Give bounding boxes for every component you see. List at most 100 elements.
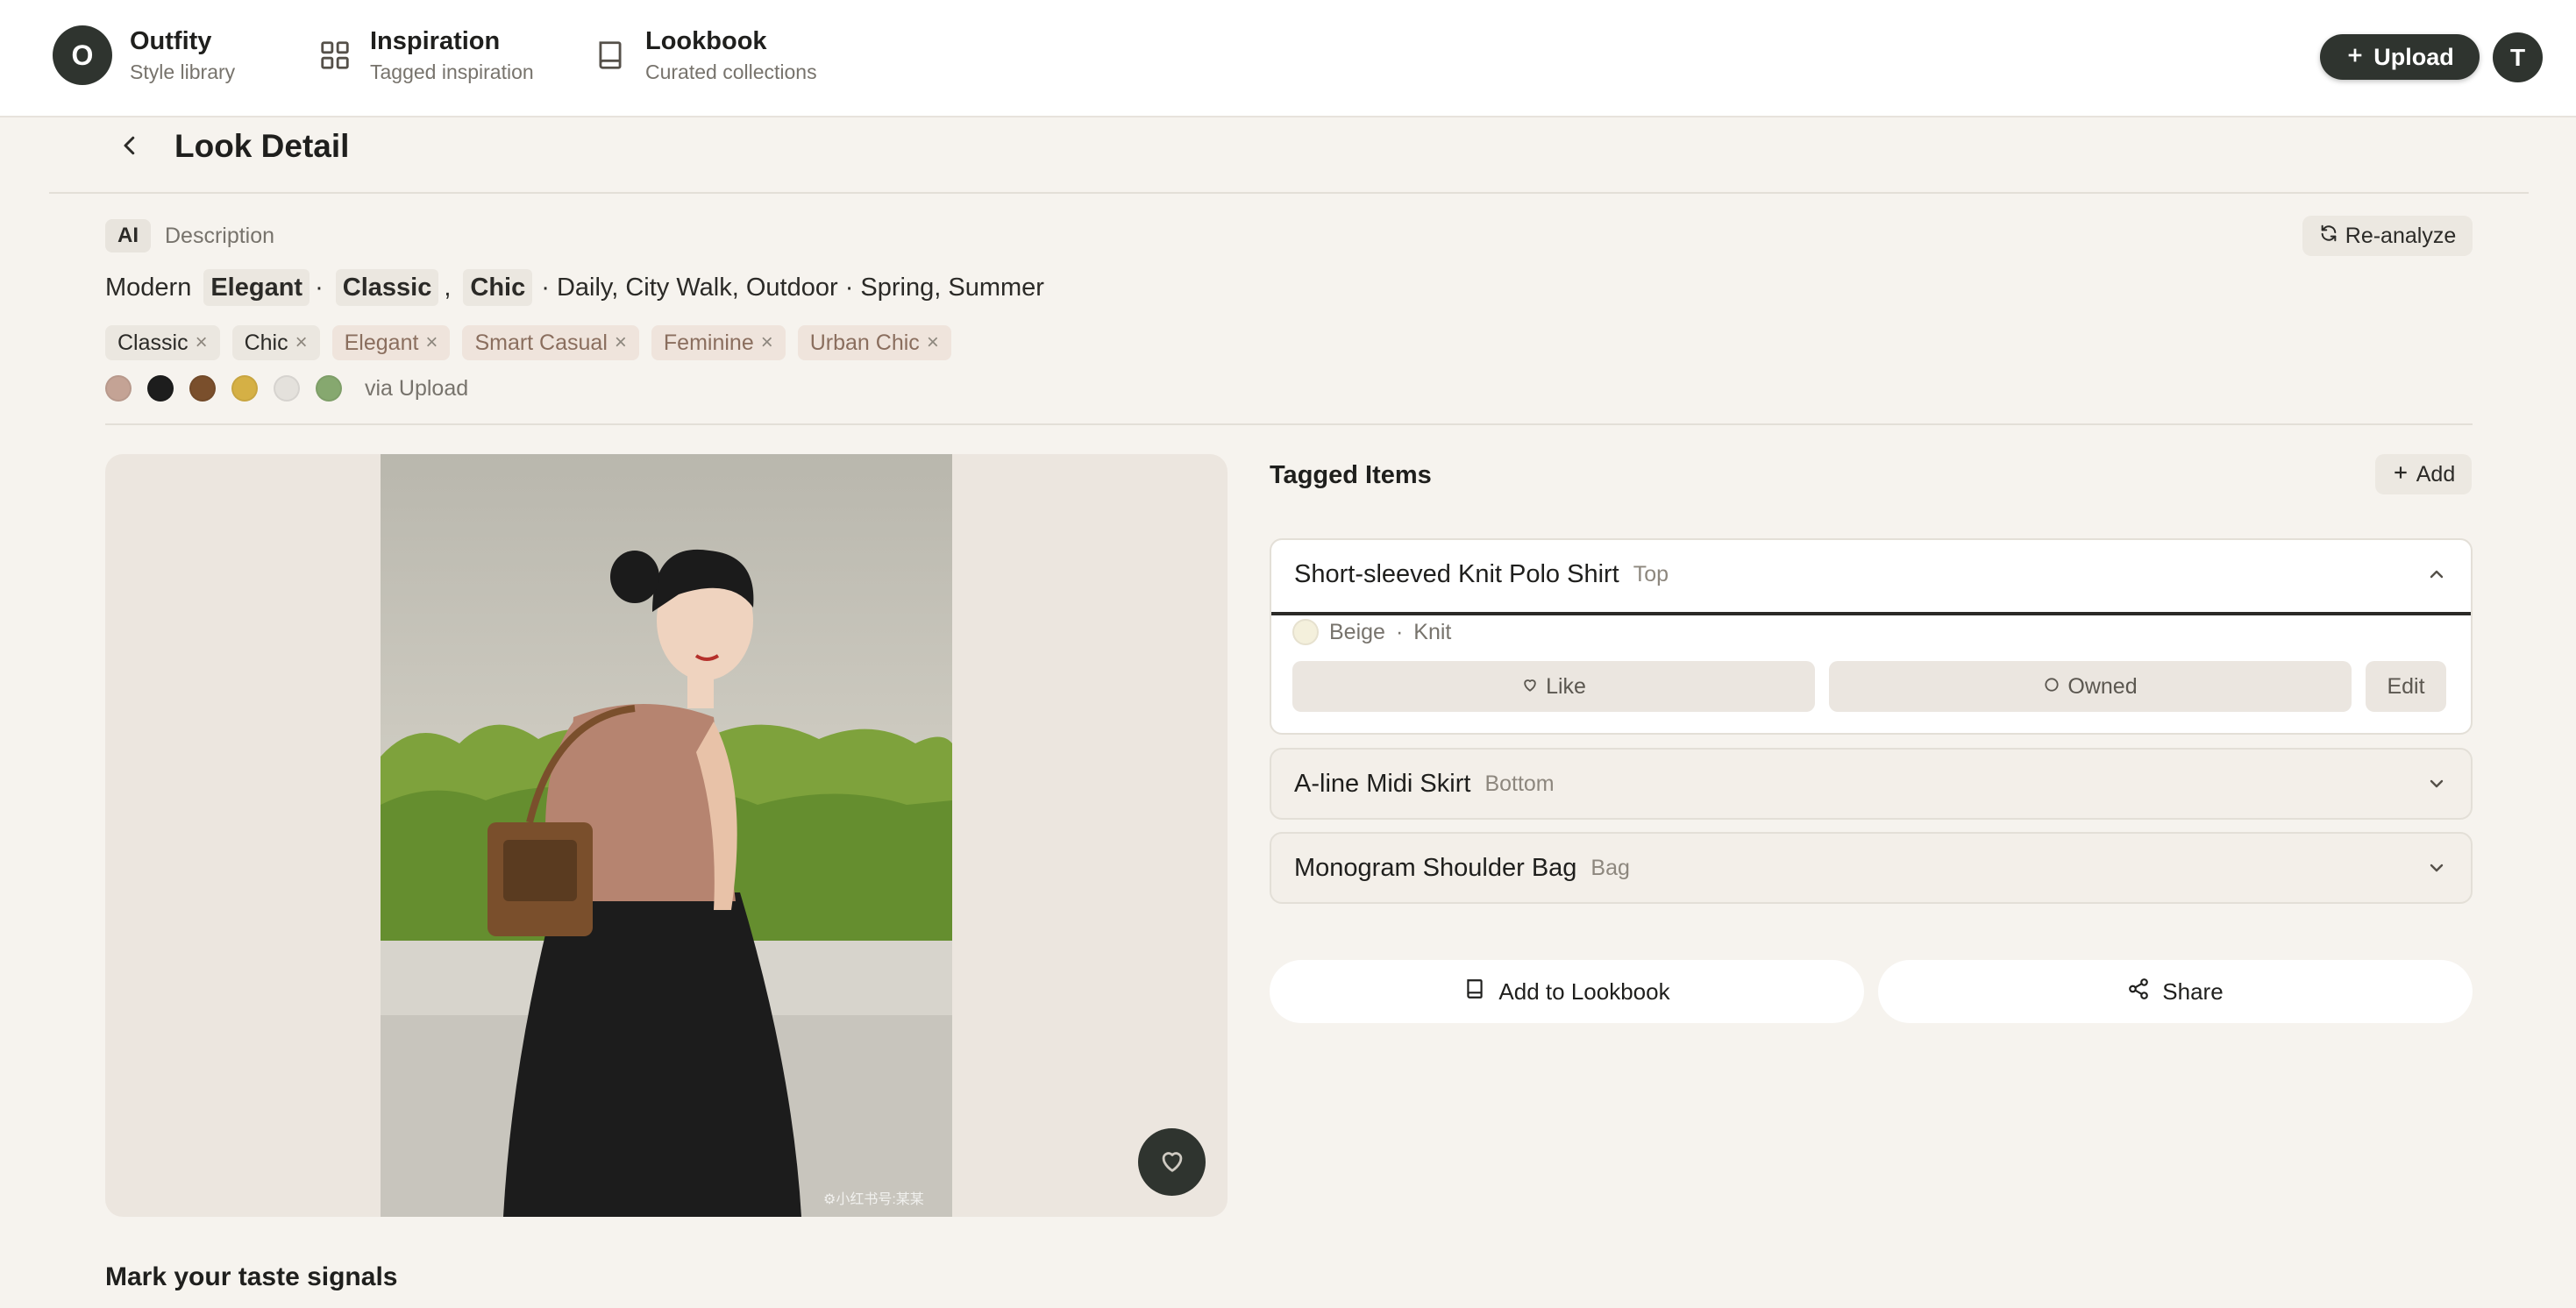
chevron-down-icon[interactable] [2423,771,2450,797]
remove-tag-icon[interactable]: × [196,331,208,355]
description-label: Description [165,224,275,248]
upload-label: Upload [2373,43,2454,70]
user-avatar[interactable]: T [2493,32,2543,82]
style-tags: Classic × Chic × Elegant × Smart Casual × Fe… [105,325,951,360]
share-button[interactable]: Share [1878,960,2473,1023]
tag-label: Smart Casual [474,330,608,355]
brand[interactable]: O Outfity Style library [53,25,235,85]
item-attributes: Beige · Knit [1292,619,1451,645]
tagged-item-header: Monogram Shoulder Bag Bag [1294,834,1630,902]
item-category: Top [1633,561,1669,586]
divider [105,423,2473,425]
style-tag[interactable]: Elegant × [331,325,451,360]
nav-subtitle-inspiration: Tagged inspiration [370,60,534,83]
top-navigation: O Outfity Style library Inspiration Tagg… [0,0,2576,117]
ai-badge: AI [105,219,151,252]
share-label: Share [2162,977,2224,1005]
page-title: Look Detail [174,128,350,164]
tagged-item-card[interactable]: Monogram Shoulder Bag Bag [1270,832,2473,904]
like-button[interactable]: Like [1292,661,1815,712]
description-highlight-chic: Chic [463,269,533,306]
brand-logo: O [53,25,112,85]
nav-item-inspiration[interactable]: Inspiration Tagged inspiration [317,25,534,85]
refresh-icon [2319,224,2338,249]
remove-tag-icon[interactable]: × [425,331,438,355]
tagged-item-header[interactable]: Short-sleeved Knit Polo Shirt Top [1294,540,1669,608]
tag-label: Classic [117,330,189,355]
heart-icon [1521,674,1539,700]
taste-signals-title: Mark your taste signals [105,1262,398,1291]
style-tag[interactable]: Classic × [105,325,220,360]
edit-button[interactable]: Edit [2366,661,2446,712]
item-category: Bag [1590,855,1630,880]
tagged-item-card: Short-sleeved Knit Polo Shirt Top Beige … [1270,538,2473,735]
item-name: Short-sleeved Knit Polo Shirt [1294,559,1619,588]
item-category: Bottom [1484,771,1555,796]
style-tag[interactable]: Feminine × [651,325,786,360]
color-swatch [231,375,258,402]
remove-tag-icon[interactable]: × [295,331,308,355]
look-photo[interactable]: ⚙小红书号:某某 [381,454,952,1217]
chevron-down-icon[interactable] [2423,855,2450,881]
style-tag[interactable]: Chic × [231,325,320,360]
style-tag[interactable]: Smart Casual × [462,325,639,360]
watermark-text: ⚙小红书号:某某 [823,1192,924,1207]
tag-label: Feminine [663,330,754,355]
color-swatch [274,375,300,402]
color-swatch [316,375,342,402]
nav-title-inspiration: Inspiration [370,27,501,55]
edit-label: Edit [2387,673,2425,699]
chevron-up-icon[interactable] [2423,561,2450,587]
description-highlight-classic: Classic [335,269,439,306]
tagged-item-card[interactable]: A-line Midi Skirt Bottom [1270,748,2473,820]
heart-icon [1157,1146,1187,1178]
description-highlight-elegant: Elegant [203,269,310,306]
description-separator: · [315,274,324,302]
tag-label: Elegant [344,330,419,355]
book-icon [593,38,628,73]
source-label: via Upload [365,375,469,401]
reanalyze-button[interactable]: Re-analyze [2302,216,2473,256]
nav-subtitle-lookbook: Curated collections [645,60,817,83]
favorite-button[interactable] [1138,1128,1206,1196]
circle-icon [2043,674,2060,700]
attribute-separator: · [1395,619,1404,644]
divider [1271,612,2471,615]
plus-icon [2392,462,2409,487]
brand-subtitle: Style library [130,60,236,83]
color-palette: via Upload [105,375,468,402]
item-name: Monogram Shoulder Bag [1294,853,1577,882]
color-swatch [105,375,132,402]
item-actions: Like Owned Edit [1292,661,2446,712]
reanalyze-label: Re-analyze [2345,223,2457,248]
color-swatch [189,375,216,402]
share-icon [2127,977,2150,1006]
ai-description-text: Modern Elegant · Classic , Chic · Daily,… [105,269,1044,306]
description-separator: , [444,274,452,302]
description-suffix: · Daily, City Walk, Outdoor · Spring, Su… [541,274,1044,302]
grid-icon [317,38,352,73]
back-button[interactable] [112,130,147,165]
owned-label: Owned [2067,673,2138,699]
item-color-name: Beige [1329,619,1385,644]
remove-tag-icon[interactable]: × [761,331,773,355]
look-image-panel: ⚙小红书号:某某 [105,454,1228,1217]
upload-button[interactable]: Upload [2320,34,2480,80]
description-prefix: Modern [105,274,192,302]
like-label: Like [1546,673,1586,699]
tag-label: Urban Chic [809,330,920,355]
add-item-button[interactable]: Add [2375,454,2472,494]
nav-item-lookbook[interactable]: Lookbook Curated collections [593,25,817,85]
tag-label: Chic [244,330,288,355]
plus-icon [2345,44,2365,71]
style-tag[interactable]: Urban Chic × [797,325,951,360]
add-to-lookbook-button[interactable]: Add to Lookbook [1270,960,1864,1023]
remove-tag-icon[interactable]: × [615,331,627,355]
item-name: A-line Midi Skirt [1294,769,1471,798]
brand-title: Outfity [130,27,212,55]
remove-tag-icon[interactable]: × [927,331,939,355]
add-item-label: Add [2416,461,2456,487]
color-swatch [147,375,174,402]
owned-button[interactable]: Owned [1829,661,2352,712]
chevron-left-icon [117,132,143,163]
